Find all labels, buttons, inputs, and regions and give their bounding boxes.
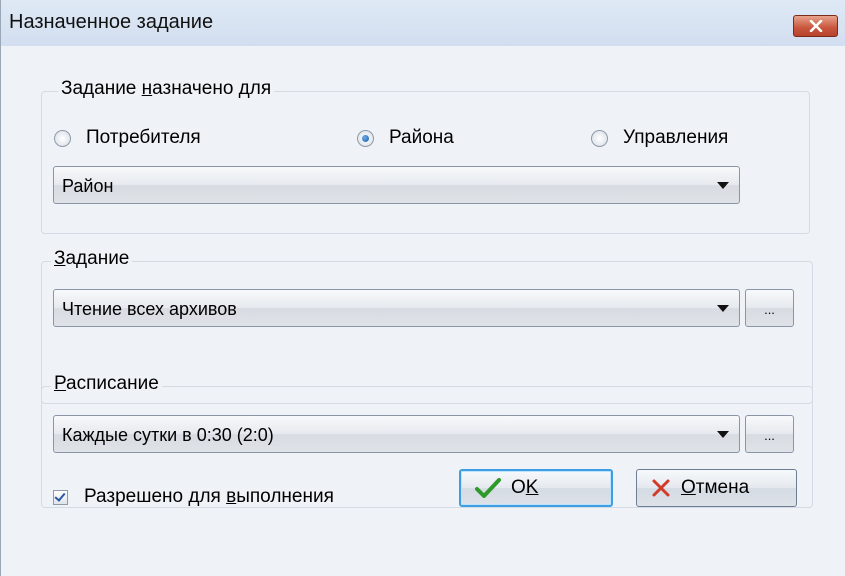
radio-district-label: Района <box>389 127 454 148</box>
task-select-value: Чтение всех архивов <box>62 299 237 319</box>
radio-district[interactable]: Района <box>357 127 454 149</box>
radio-consumer-circle[interactable] <box>54 129 71 147</box>
ok-button[interactable]: ОK <box>459 469 613 507</box>
schedule-select[interactable]: Каждые сутки в 0:30 (2:0) <box>53 415 740 453</box>
radio-management-circle[interactable] <box>591 129 608 147</box>
window-title: Назначенное задание <box>9 11 214 33</box>
district-select[interactable]: Район <box>53 166 740 204</box>
radio-management-label: Управления <box>623 127 729 148</box>
cross-icon <box>651 478 671 498</box>
enabled-label: Разрешено для выполнения <box>84 486 334 507</box>
enabled-checkbox[interactable] <box>53 489 68 505</box>
radio-management[interactable]: Управления <box>591 127 728 149</box>
checkmark-icon <box>475 478 501 498</box>
assigned-for-label: Задание назначено для <box>58 78 275 100</box>
close-button[interactable] <box>793 15 838 37</box>
chevron-down-icon[interactable] <box>717 431 729 438</box>
cancel-button[interactable]: Отмена <box>636 469 797 507</box>
schedule-browse-button[interactable]: ... <box>745 415 794 453</box>
radio-consumer[interactable]: Потребителя <box>54 127 201 149</box>
dialog-content: Задание назначено для Потребителя Района… <box>1 46 845 576</box>
district-select-value: Район <box>62 176 114 196</box>
radio-consumer-label: Потребителя <box>86 127 201 148</box>
schedule-select-value: Каждые сутки в 0:30 (2:0) <box>62 425 274 445</box>
radio-district-circle[interactable] <box>357 129 374 147</box>
chevron-down-icon[interactable] <box>717 305 729 312</box>
chevron-down-icon[interactable] <box>717 182 729 189</box>
task-browse-button[interactable]: ... <box>745 289 794 327</box>
schedule-label: Расписание <box>51 373 162 395</box>
assigned-for-group <box>41 91 810 234</box>
close-icon <box>809 20 822 32</box>
enabled-checkbox-row[interactable]: Разрешено для выполнения <box>53 486 334 508</box>
task-label: Задание <box>51 248 133 270</box>
ok-label: ОK <box>511 477 539 498</box>
task-select[interactable]: Чтение всех архивов <box>53 289 740 327</box>
title-bar: Назначенное задание <box>1 0 845 46</box>
dialog-window: Назначенное задание Задание назначено дл… <box>0 0 845 576</box>
cancel-label: Отмена <box>681 477 750 498</box>
